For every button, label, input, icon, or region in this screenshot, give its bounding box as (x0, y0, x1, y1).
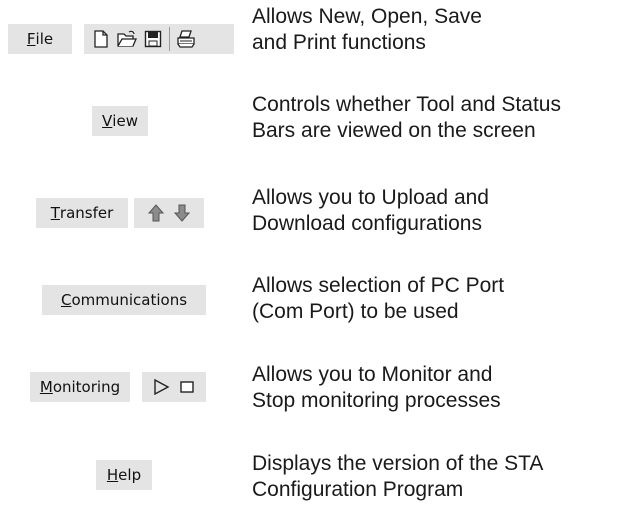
description-line: Allows New, Open, Save (252, 5, 482, 28)
view-menu[interactable]: View (92, 106, 148, 136)
transfer-menu[interactable]: Transfer (36, 198, 128, 228)
toolbar-separator (169, 27, 170, 51)
transfer-toolbar (134, 198, 204, 228)
description-line: Controls whether Tool and Status (252, 93, 561, 116)
description-line: Stop monitoring processes (252, 389, 501, 412)
file-menu-mnemonic: F (26, 30, 36, 48)
description-line: Download configurations (252, 212, 482, 235)
help-description: Displays the version of the STA Configur… (252, 451, 543, 503)
file-menu-label: ile (35, 30, 54, 48)
description-line: and Print functions (252, 31, 426, 54)
upload-arrow-icon[interactable] (143, 199, 169, 227)
open-folder-icon[interactable] (114, 25, 140, 53)
stop-icon[interactable] (174, 373, 200, 401)
description-line: Allows you to Upload and (252, 186, 489, 209)
monitoring-menu-mnemonic: M (39, 378, 53, 396)
description-line: Allows selection of PC Port (252, 274, 505, 297)
transfer-menu-mnemonic: T (50, 204, 60, 222)
file-toolbar (84, 24, 234, 54)
monitoring-menu[interactable]: Monitoring (30, 372, 130, 402)
communications-menu[interactable]: Communications (42, 285, 206, 315)
play-icon[interactable] (148, 373, 174, 401)
description-line: (Com Port) to be used (252, 300, 459, 323)
view-menu-label: iew (112, 112, 138, 130)
description-line: Allows you to Monitor and (252, 363, 493, 386)
description-line: Configuration Program (252, 478, 464, 501)
monitoring-description: Allows you to Monitor and Stop monitorin… (252, 362, 501, 414)
new-file-icon[interactable] (88, 25, 114, 53)
transfer-menu-label: ransfer (59, 204, 114, 222)
communications-description: Allows selection of PC Port (Com Port) t… (252, 273, 504, 325)
monitoring-menu-label: onitoring (52, 378, 121, 396)
view-description: Controls whether Tool and Status Bars ar… (252, 92, 561, 144)
help-menu-label: elp (118, 466, 142, 484)
help-menu-mnemonic: H (106, 466, 119, 484)
communications-menu-label: ommunications (71, 291, 188, 309)
help-menu[interactable]: Help (96, 460, 152, 490)
file-description: Allows New, Open, Save and Print functio… (252, 4, 482, 56)
communications-menu-mnemonic: C (60, 291, 72, 309)
save-icon[interactable] (140, 25, 166, 53)
view-menu-mnemonic: V (102, 112, 113, 130)
monitoring-toolbar (142, 372, 206, 402)
transfer-description: Allows you to Upload and Download config… (252, 185, 489, 237)
file-menu[interactable]: File (8, 24, 72, 54)
description-line: Bars are viewed on the screen (252, 119, 536, 142)
download-arrow-icon[interactable] (169, 199, 195, 227)
print-icon[interactable] (173, 25, 199, 53)
description-line: Displays the version of the STA (252, 452, 544, 475)
